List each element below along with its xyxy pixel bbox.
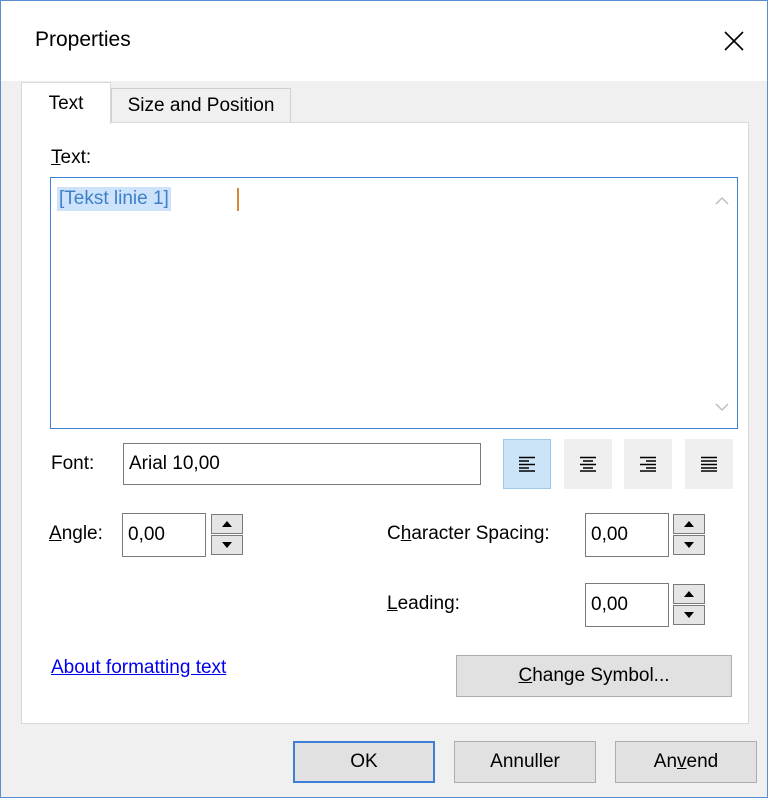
angle-value: 0,00 bbox=[128, 524, 165, 545]
text-caret bbox=[237, 188, 239, 211]
character-spacing-label-pre: C bbox=[387, 523, 401, 544]
scroll-down-icon[interactable] bbox=[715, 402, 729, 412]
ok-label: OK bbox=[350, 751, 378, 772]
title-bar: Properties bbox=[1, 1, 767, 81]
align-left-button[interactable] bbox=[503, 439, 551, 489]
leading-spinner[interactable] bbox=[673, 584, 705, 626]
font-field[interactable]: Arial 10,00 bbox=[123, 443, 481, 485]
triangle-down-icon bbox=[222, 542, 232, 548]
character-spacing-spinner[interactable] bbox=[673, 514, 705, 556]
change-symbol-accel: C bbox=[518, 665, 533, 686]
character-spacing-label: Character Spacing: bbox=[387, 523, 550, 545]
character-spacing-value: 0,00 bbox=[591, 524, 628, 545]
triangle-down-icon bbox=[684, 612, 694, 618]
character-spacing-spin-up[interactable] bbox=[673, 514, 705, 534]
angle-label: Angle: bbox=[49, 523, 103, 545]
align-justify-icon bbox=[701, 456, 717, 472]
scroll-up-icon[interactable] bbox=[715, 196, 729, 206]
tab-text-label: Text bbox=[48, 92, 84, 114]
leading-label: Leading: bbox=[387, 593, 460, 615]
triangle-up-icon bbox=[684, 521, 694, 527]
close-button[interactable] bbox=[701, 1, 767, 81]
leading-value: 0,00 bbox=[591, 594, 628, 615]
angle-input[interactable]: 0,00 bbox=[122, 513, 206, 557]
tab-size-and-position[interactable]: Size and Position bbox=[111, 88, 291, 122]
dialog-title: Properties bbox=[35, 28, 131, 51]
angle-spin-down[interactable] bbox=[211, 535, 243, 555]
font-label: Font: bbox=[51, 453, 95, 474]
tab-text[interactable]: Text bbox=[21, 82, 111, 124]
align-justify-button[interactable] bbox=[685, 439, 733, 489]
align-center-button[interactable] bbox=[564, 439, 612, 489]
font-value: Arial 10,00 bbox=[129, 453, 220, 474]
leading-label-rest: eading: bbox=[397, 593, 460, 614]
triangle-down-icon bbox=[684, 542, 694, 548]
leading-label-accel: L bbox=[387, 593, 398, 614]
align-right-icon bbox=[640, 456, 656, 472]
text-label-accel: T bbox=[51, 147, 61, 168]
angle-label-accel: A bbox=[49, 523, 62, 544]
character-spacing-spin-down[interactable] bbox=[673, 535, 705, 555]
character-spacing-label-accel: h bbox=[400, 523, 412, 544]
text-value: [Tekst linie 1] bbox=[57, 187, 171, 211]
angle-label-rest: ngle: bbox=[61, 523, 103, 544]
align-right-button[interactable] bbox=[624, 439, 672, 489]
character-spacing-label-rest: aracter Spacing: bbox=[411, 523, 550, 544]
angle-spinner[interactable] bbox=[211, 514, 243, 556]
close-icon bbox=[724, 31, 744, 51]
textarea-scrollbar[interactable] bbox=[709, 180, 735, 426]
ok-button[interactable]: OK bbox=[293, 741, 435, 783]
triangle-up-icon bbox=[222, 521, 232, 527]
apply-label-rest: end bbox=[686, 751, 719, 772]
apply-label-pre: An bbox=[653, 751, 678, 772]
text-label-rest: ext: bbox=[60, 147, 92, 168]
about-formatting-link[interactable]: About formatting text bbox=[51, 657, 226, 679]
tab-size-and-position-label: Size and Position bbox=[127, 94, 275, 116]
text-label: Text: bbox=[51, 147, 91, 169]
cancel-button[interactable]: Annuller bbox=[454, 741, 596, 783]
leading-spin-up[interactable] bbox=[673, 584, 705, 604]
align-center-icon bbox=[580, 456, 596, 472]
triangle-up-icon bbox=[684, 591, 694, 597]
leading-input[interactable]: 0,00 bbox=[585, 583, 669, 627]
leading-spin-down[interactable] bbox=[673, 605, 705, 625]
apply-label-accel: v bbox=[677, 751, 687, 772]
change-symbol-label-rest: hange Symbol... bbox=[532, 665, 670, 686]
change-symbol-button[interactable]: Change Symbol... bbox=[456, 655, 732, 697]
angle-spin-up[interactable] bbox=[211, 514, 243, 534]
text-textarea[interactable]: [Tekst linie 1] bbox=[50, 177, 738, 429]
apply-label: Anvend bbox=[654, 751, 718, 773]
cancel-label: Annuller bbox=[490, 751, 560, 772]
character-spacing-input[interactable]: 0,00 bbox=[585, 513, 669, 557]
properties-dialog: Properties Text Size and Position Text: … bbox=[0, 0, 768, 798]
change-symbol-label: Change Symbol... bbox=[518, 665, 669, 687]
align-left-icon bbox=[519, 456, 535, 472]
apply-button[interactable]: Anvend bbox=[615, 741, 757, 783]
